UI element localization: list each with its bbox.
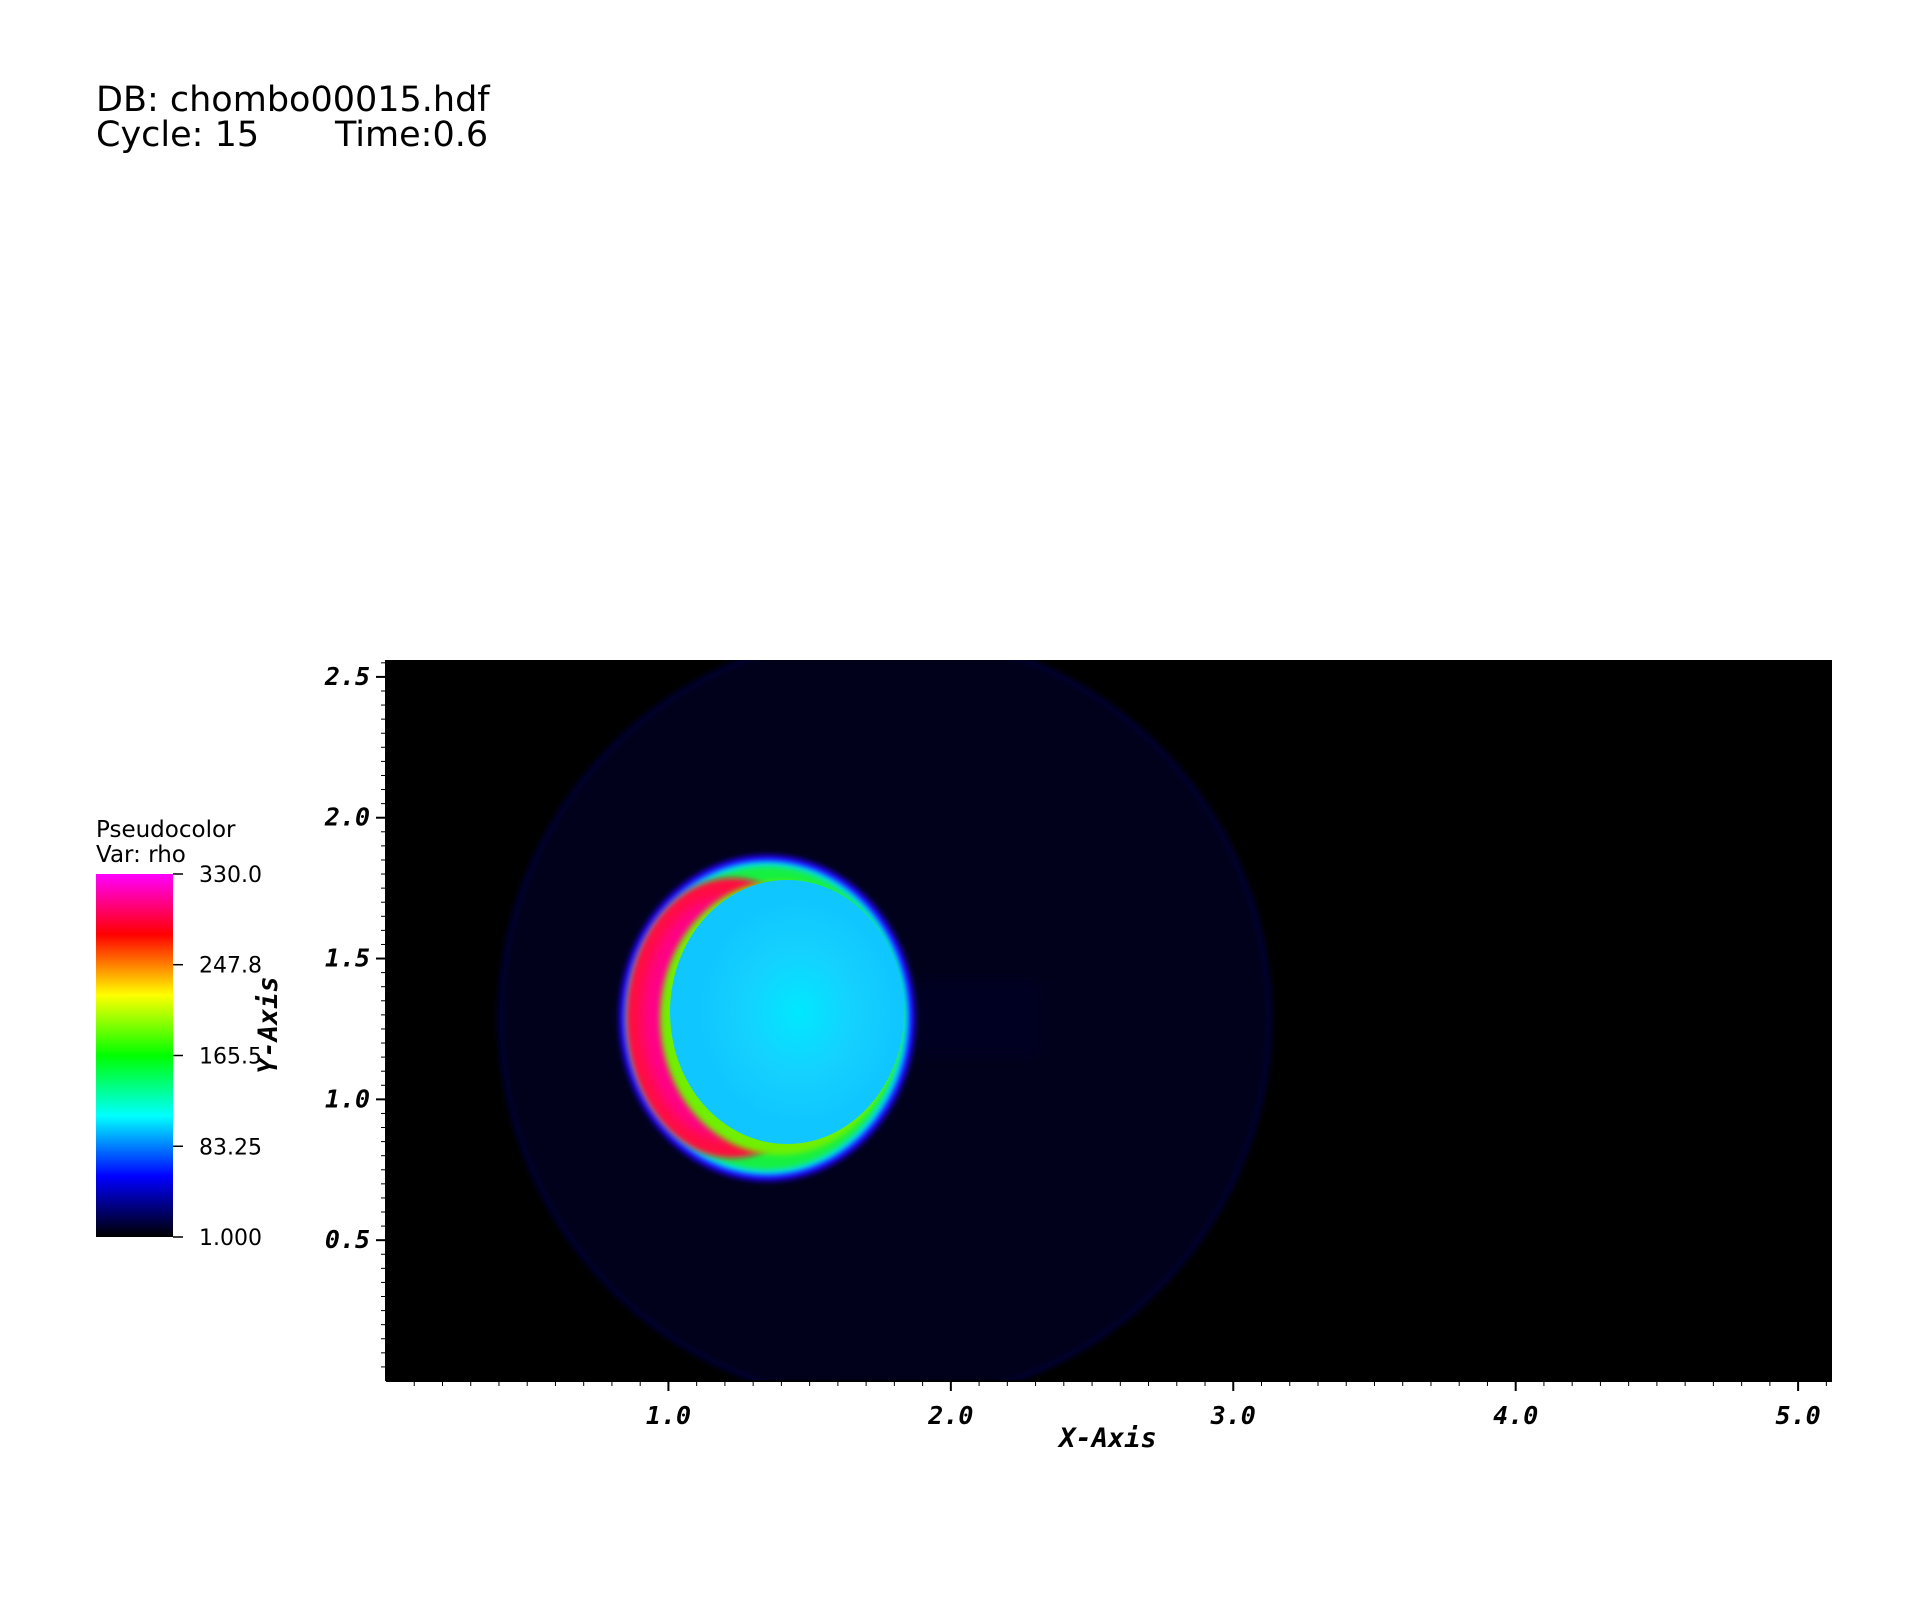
bubble-interior <box>670 880 904 1144</box>
x-tick-label: 1.0 <box>646 1401 691 1430</box>
y-tick-label: 0.5 <box>325 1225 370 1254</box>
y-tick-label: 2.5 <box>324 662 370 691</box>
colorbar-label: 247.8 <box>199 954 262 979</box>
pseudocolor-plot: 0.51.01.52.02.5 1.0 2.0 3.0 4.0 5.0 X-Axis Y… <box>96 660 1832 1454</box>
wake-region <box>900 980 1040 1056</box>
x-tick-label: 5.0 <box>1776 1401 1821 1430</box>
colorbar-label: 83.25 <box>199 1135 262 1160</box>
colorbar-label: 330.0 <box>199 863 262 888</box>
y-tick-label: 1.0 <box>325 1084 370 1113</box>
y-tick-label: 2.0 <box>324 803 370 832</box>
colorbar <box>96 874 173 1237</box>
field-layer <box>498 660 1272 1381</box>
x-tick-label: 3.0 <box>1210 1401 1256 1430</box>
x-tick-label: 4.0 <box>1493 1401 1538 1430</box>
colorbar-label: 165.5 <box>199 1045 262 1070</box>
x-axis-title: X-Axis <box>1057 1423 1157 1454</box>
colorbar-labels: 330.0 247.8 165.5 83.25 1.000 <box>173 863 262 1251</box>
y-tick-label: 1.5 <box>325 944 370 973</box>
x-tick-label: 2.0 <box>927 1401 973 1430</box>
y-ticks: 0.5 1.0 1.5 2.0 2.5 <box>324 662 386 1368</box>
colorbar-label: 1.000 <box>199 1226 262 1251</box>
